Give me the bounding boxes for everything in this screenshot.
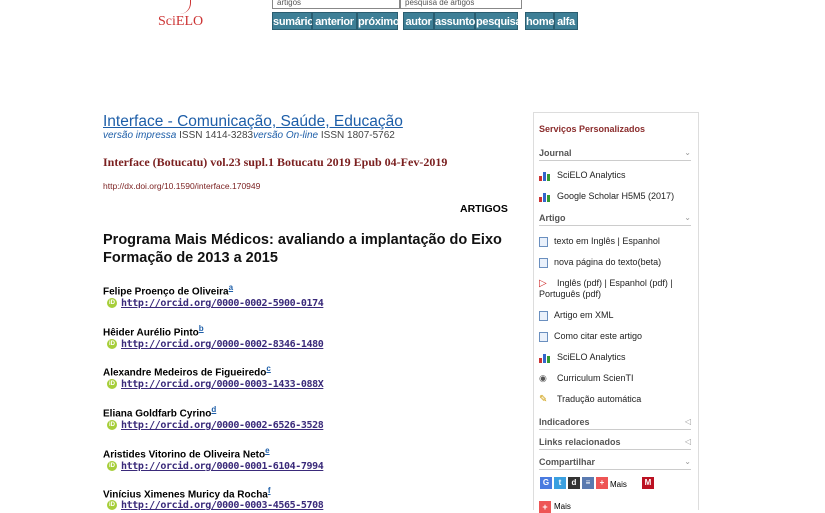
services-sidebar: Serviços Personalizados Journal ⌄ SciELO … — [533, 112, 699, 513]
chevron-left-icon: ◁ — [684, 417, 691, 426]
nav-alfa-button[interactable]: alfa — [554, 12, 578, 30]
nav-proximo-button[interactable]: próximo — [357, 12, 400, 30]
orcid-link[interactable]: http://orcid.org/0000-0001-6104-7994 — [121, 461, 324, 472]
orcid-icon: iD — [107, 298, 117, 309]
curriculum-icon: ◉ — [539, 373, 547, 384]
print-issn: ISSN 1414-3283 — [179, 130, 254, 141]
pdf-icon: ▷ — [539, 278, 547, 290]
online-issn: ISSN 1807-5762 — [320, 130, 395, 141]
orcid-line: iD http://orcid.org/0000-0002-5900-0174 — [107, 298, 324, 309]
chevron-down-icon: ⌄ — [684, 457, 691, 466]
sidebar-item-curriculum[interactable]: ◉ Curriculum ScienTI — [539, 373, 694, 384]
plus-share-icon[interactable]: + — [596, 477, 608, 489]
author-name: Aristides Vitorino de Oliveira Netoe — [103, 446, 270, 461]
nav-autor-button[interactable]: autor — [403, 12, 434, 30]
sidebar-item-como-citar[interactable]: Como citar este artigo — [539, 331, 694, 342]
orcid-link[interactable]: http://orcid.org/0000-0003-4565-5708 — [121, 500, 324, 511]
doi-text: http://dx.doi.org/10.1590/interface.1709… — [103, 181, 261, 191]
orcid-icon: iD — [107, 420, 117, 431]
orcid-link[interactable]: http://orcid.org/0000-0002-8346-1480 — [121, 339, 324, 350]
scielo-logo[interactable]: SciELO — [158, 0, 203, 30]
orcid-icon: iD — [107, 461, 117, 472]
print-label: versão impressa — [103, 130, 177, 141]
author-name: Vinícius Ximenes Muricy da Rochaf — [103, 486, 271, 501]
affiliation-link[interactable]: b — [199, 324, 204, 333]
affiliation-link[interactable]: d — [211, 405, 216, 414]
nav-pesquisa-button[interactable]: pesquisa — [475, 12, 522, 30]
author-name: Hêider Aurélio Pintob — [103, 324, 204, 339]
sidebar-heading: Serviços Personalizados — [539, 124, 646, 134]
orcid-line: iD http://orcid.org/0000-0003-4565-5708 — [107, 500, 324, 511]
article-title: Programa Mais Médicos: avaliando a impla… — [103, 232, 502, 266]
document-icon — [539, 236, 548, 247]
sidebar-item-xml[interactable]: Artigo em XML — [539, 310, 694, 321]
document-icon — [539, 310, 548, 321]
nav-anterior-button[interactable]: anterior — [312, 12, 357, 30]
orcid-icon: iD — [107, 379, 117, 390]
orcid-link[interactable]: http://orcid.org/0000-0002-6526-3528 — [121, 420, 324, 431]
affiliation-link[interactable]: a — [229, 283, 233, 292]
chevron-left-icon: ◁ — [684, 437, 691, 446]
issue-info: Interface (Botucatu) vol.23 supl.1 Botuc… — [103, 155, 448, 169]
orcid-line: iD http://orcid.org/0000-0002-6526-3528 — [107, 420, 324, 431]
issn-line: versão impressa ISSN 1414-3283versão On-… — [103, 130, 395, 141]
orcid-link[interactable]: http://orcid.org/0000-0003-1433-088X — [121, 379, 324, 390]
bar-chart-icon — [539, 191, 551, 203]
plus-share-icon[interactable]: + — [539, 501, 551, 513]
affiliation-link[interactable]: f — [268, 486, 271, 495]
section-compartilhar-toggle[interactable]: Compartilhar ⌄ — [539, 457, 691, 470]
delicious-share-icon[interactable]: d — [568, 477, 580, 489]
document-icon — [539, 331, 548, 342]
google-share-icon[interactable]: G — [540, 477, 552, 489]
section-label: ARTIGOS — [460, 203, 508, 215]
mais-share-label[interactable]: Mais — [610, 480, 627, 489]
chevron-down-icon: ⌄ — [684, 213, 691, 222]
chevron-down-icon: ⌄ — [684, 148, 691, 157]
author-name: Alexandre Medeiros de Figueiredoc — [103, 364, 271, 379]
nav-home-button[interactable]: home — [525, 12, 554, 30]
orcid-icon: iD — [107, 339, 117, 350]
orcid-line: iD http://orcid.org/0000-0002-8346-1480 — [107, 339, 324, 350]
nav-assunto-button[interactable]: assunto — [434, 12, 475, 30]
sidebar-item-texto[interactable]: texto em Inglês | Espanhol — [539, 236, 694, 247]
orcid-link[interactable]: http://orcid.org/0000-0002-5900-0174 — [121, 298, 324, 309]
document-icon — [539, 257, 548, 268]
author-name: Felipe Proenço de Oliveiraa — [103, 283, 234, 298]
twitter-share-icon[interactable]: t — [554, 477, 566, 489]
section-artigo-toggle[interactable]: Artigo ⌄ — [539, 213, 691, 226]
sidebar-item-traducao[interactable]: ✎ Tradução automática — [539, 394, 694, 405]
mendeley-share-icon[interactable]: M — [642, 477, 654, 489]
affiliation-link[interactable]: e — [265, 446, 269, 455]
nav-sumario-button[interactable]: sumário — [272, 12, 314, 30]
journal-title-link[interactable]: Interface - Comunicação, Saúde, Educação — [103, 113, 403, 131]
bar-chart-icon — [539, 352, 551, 364]
bar-chart-icon — [539, 170, 551, 182]
orcid-icon: iD — [107, 500, 117, 511]
search-field-pesquisa[interactable]: pesquisa de artigos — [400, 0, 522, 9]
section-journal-toggle[interactable]: Journal ⌄ — [539, 148, 691, 161]
sidebar-item-pdf[interactable]: ▷ Inglês (pdf) | Espanhol (pdf) | Portugu… — [539, 278, 694, 300]
online-label: versão On-line — [253, 130, 319, 141]
pencil-icon: ✎ — [539, 394, 548, 406]
author-name: Eliana Goldfarb Cyrinod — [103, 405, 217, 420]
section-links-toggle[interactable]: Links relacionados ◁ — [539, 437, 691, 450]
search-field-artigos[interactable]: artigos — [272, 0, 400, 9]
sidebar-item-scielo-analytics[interactable]: SciELO Analytics — [539, 170, 694, 182]
orcid-line: iD http://orcid.org/0000-0003-1433-088X — [107, 379, 324, 390]
affiliation-link[interactable]: c — [266, 364, 270, 373]
sidebar-item-nova-pagina[interactable]: nova página do texto(beta) — [539, 257, 694, 268]
orcid-line: iD http://orcid.org/0000-0001-6104-7994 — [107, 461, 324, 472]
section-indicadores-toggle[interactable]: Indicadores ◁ — [539, 417, 691, 430]
list-share-icon[interactable]: ≡ — [582, 477, 594, 489]
sidebar-item-scielo-analytics-2[interactable]: SciELO Analytics — [539, 352, 694, 364]
sidebar-item-google-scholar[interactable]: Google Scholar H5M5 (2017) — [539, 191, 694, 203]
